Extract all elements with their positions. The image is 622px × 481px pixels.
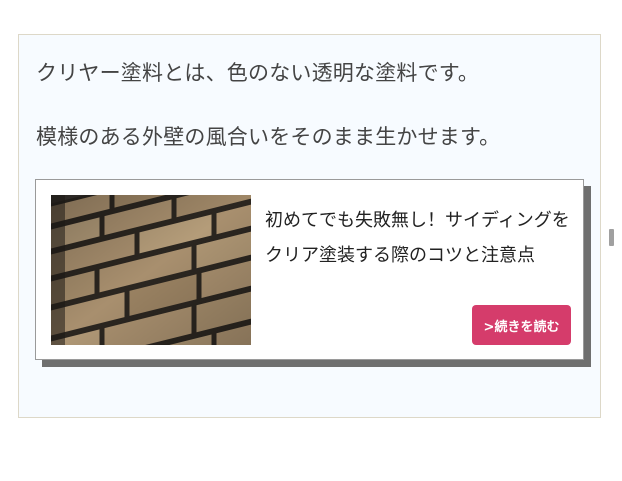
article-paragraph-1: クリヤー塗料とは、色のない透明な塗料です。 (36, 61, 480, 85)
related-article-title[interactable]: 初めてでも失敗無し！サイディングをクリア塗装する際のコツと注意点 (265, 203, 570, 273)
article-thumbnail[interactable] (51, 195, 251, 345)
related-article-card[interactable]: 初めてでも失敗無し！サイディングをクリア塗装する際のコツと注意点 >続きを読む (35, 179, 584, 360)
scrollbar-thumb[interactable] (609, 229, 614, 246)
article-paragraph-2: 模様のある外壁の風合いをそのまま生かせます。 (36, 125, 501, 149)
read-more-button[interactable]: >続きを読む (472, 305, 571, 345)
info-box: クリヤー塗料とは、色のない透明な塗料です。 模様のある外壁の風合いをそのまま生か… (18, 34, 601, 418)
